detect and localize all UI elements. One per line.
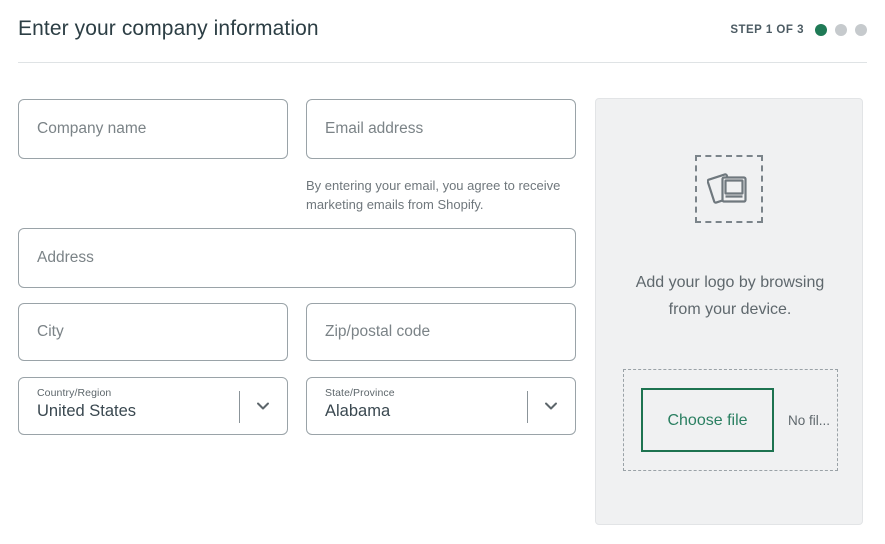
email-address-placeholder: Email address (325, 120, 424, 137)
company-name-placeholder: Company name (37, 120, 147, 137)
state-select-separator (527, 391, 528, 423)
choose-file-button[interactable]: Choose file (641, 388, 774, 452)
city-input[interactable]: City (18, 303, 288, 361)
logo-upload-caption: Add your logo by browsing from your devi… (635, 274, 825, 318)
country-region-label: Country/Region (37, 387, 112, 399)
email-address-input[interactable]: Email address (306, 99, 576, 159)
step-dot-3 (855, 24, 867, 36)
header-divider (18, 62, 867, 63)
chevron-down-icon[interactable] (543, 398, 559, 414)
country-region-select[interactable]: Country/Region United States (18, 377, 288, 435)
address-input[interactable]: Address (18, 228, 576, 288)
page-title: Enter your company information (18, 17, 319, 40)
step-dots (815, 24, 867, 36)
file-dropzone[interactable]: Choose file No fil... (623, 369, 838, 471)
zip-postal-code-input[interactable]: Zip/postal code (306, 303, 576, 361)
photos-upload-icon (695, 155, 763, 223)
page-header: Enter your company information STEP 1 OF… (0, 0, 885, 62)
state-province-select[interactable]: State/Province Alabama (306, 377, 576, 435)
company-name-input[interactable]: Company name (18, 99, 288, 159)
logo-upload-panel: Add your logo by browsing from your devi… (595, 98, 863, 525)
step-dot-1 (815, 24, 827, 36)
step-dot-2 (835, 24, 847, 36)
city-placeholder: City (37, 323, 64, 340)
email-helper-text: By entering your email, you agree to rec… (306, 178, 561, 212)
state-province-label: State/Province (325, 387, 395, 399)
state-province-value: Alabama (325, 402, 391, 420)
step-label: STEP 1 OF 3 (730, 24, 804, 36)
zip-postal-code-placeholder: Zip/postal code (325, 323, 431, 340)
address-placeholder: Address (37, 249, 94, 266)
step-indicator: STEP 1 OF 3 (730, 24, 867, 36)
chevron-down-icon[interactable] (255, 398, 271, 414)
country-region-value: United States (37, 402, 137, 420)
selected-file-name: No fil... (788, 412, 831, 428)
country-select-separator (239, 391, 240, 423)
